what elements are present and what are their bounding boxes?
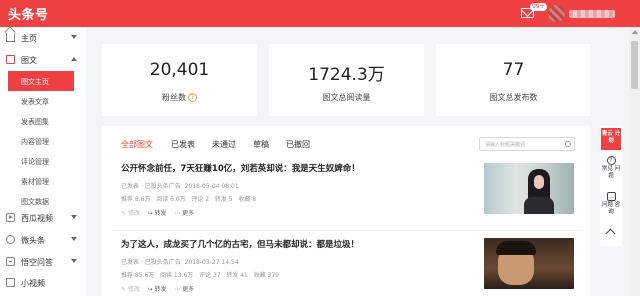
sidebar-item-label: 悟空问答 bbox=[21, 258, 53, 267]
chevron-down-icon bbox=[71, 215, 77, 219]
article-title[interactable]: 公开怀念前任，7天狂赚10亿，刘若英却说：我是天生奴婢命！ bbox=[121, 162, 360, 174]
sidebar: 主页 图文 图文主页 发表文章 发表图集 内容管理 评论管理 素材管理 图文数据… bbox=[0, 27, 86, 296]
more-button[interactable]: ⋯ 更多 bbox=[174, 210, 194, 217]
stats-bar: 20,401 粉丝数? 1724.3万 图文总阅读量 77 图文总发布数 bbox=[102, 44, 591, 116]
sidebar-item-micro-headline[interactable]: 微头条 bbox=[0, 229, 86, 251]
sidebar-subitem-articles-home[interactable]: 图文主页 bbox=[8, 71, 74, 91]
stat-card-total-published: 77 图文总发布数 bbox=[436, 44, 591, 116]
tab-rejected[interactable]: 未通过 bbox=[212, 139, 236, 150]
forward-button[interactable]: ↪ 转发 bbox=[148, 286, 167, 293]
stat-label: 粉丝数 bbox=[162, 93, 186, 102]
question-icon: ? bbox=[606, 156, 616, 165]
stat-value: 1724.3万 bbox=[308, 65, 385, 85]
sidebar-item-xigua-video[interactable]: 西瓜视频 bbox=[0, 207, 86, 229]
article-meta: 已发表 · 已投头条广告 2018-03-27 14:54 bbox=[121, 259, 239, 266]
tab-published[interactable]: 已发表 bbox=[171, 139, 195, 150]
sidebar-subitem-publish-gallery[interactable]: 发表图集 bbox=[8, 111, 74, 131]
chevron-down-icon bbox=[71, 35, 77, 39]
sidebar-item-short-video[interactable]: 小视频 bbox=[0, 272, 86, 294]
sidebar-subitem-material-management[interactable]: 素材管理 bbox=[8, 171, 74, 191]
stat-card-followers: 20,401 粉丝数? bbox=[102, 44, 257, 116]
article-stats: 推荐 85.6万 阅读 13.6万 评论 37 转发 41 收藏 379 bbox=[121, 272, 279, 279]
consult-button[interactable]: … 问题 咨询 bbox=[600, 192, 622, 216]
tab-withdrawn[interactable]: 已撤回 bbox=[286, 139, 310, 150]
tab-drafts[interactable]: 草稿 bbox=[253, 139, 269, 150]
play-icon bbox=[6, 213, 15, 222]
username-blurred[interactable] bbox=[569, 10, 615, 18]
article-thumbnail[interactable] bbox=[484, 238, 574, 289]
sidebar-item-label: 微头条 bbox=[21, 236, 45, 245]
sidebar-subitem-content-management[interactable]: 内容管理 bbox=[8, 131, 74, 151]
sidebar-item-label: 主页 bbox=[21, 34, 37, 43]
chevron-down-icon bbox=[71, 237, 77, 241]
sidebar-item-articles[interactable]: 图文 bbox=[0, 49, 86, 71]
scrollbar-thumb[interactable] bbox=[631, 41, 638, 89]
search-input[interactable]: 请输入标题关键词 bbox=[479, 137, 575, 151]
floating-help-bar: 青云 计划 ? 常见 问题 … 问题 咨询 bbox=[600, 126, 622, 246]
article-stats: 推荐 8.6万 阅读 6.0万 评论 2 转发 5 收藏 8 bbox=[121, 196, 257, 203]
article-thumbnail[interactable] bbox=[484, 163, 574, 214]
chat-icon: … bbox=[606, 192, 616, 201]
scroll-up-icon[interactable] bbox=[632, 30, 638, 34]
stat-label: 图文总阅读量 bbox=[322, 93, 371, 102]
stat-value: 77 bbox=[502, 60, 525, 80]
qa-icon bbox=[6, 257, 15, 266]
edit-button[interactable]: ✎ 修改 bbox=[121, 210, 140, 217]
stat-value: 20,401 bbox=[149, 60, 210, 80]
chevron-down-icon bbox=[71, 259, 77, 263]
article-actions: ✎ 修改 ↪ 转发 ⋯ 更多 bbox=[121, 208, 194, 217]
avatar[interactable] bbox=[548, 5, 565, 22]
forward-button[interactable]: ↪ 转发 bbox=[148, 210, 167, 217]
video-icon bbox=[6, 278, 15, 287]
stat-card-total-reads: 1724.3万 图文总阅读量 bbox=[269, 44, 424, 116]
sidebar-item-label: 西瓜视频 bbox=[21, 214, 53, 223]
help-icon[interactable]: ? bbox=[188, 93, 197, 102]
sidebar-subitem-publish-article[interactable]: 发表文章 bbox=[8, 91, 74, 111]
sidebar-subitem-comment-management[interactable]: 评论管理 bbox=[8, 151, 74, 171]
home-icon bbox=[6, 33, 15, 42]
stat-label: 图文总发布数 bbox=[489, 93, 538, 102]
article-row: 公开怀念前任，7天狂赚10亿，刘若英却说：我是天生奴婢命！ 已发表 · 已投头条… bbox=[102, 154, 591, 234]
document-icon bbox=[6, 55, 15, 64]
article-meta: 已发表 · 已投头条广告 2018-05-04 08:01 bbox=[121, 183, 239, 190]
sidebar-item-home[interactable]: 主页 bbox=[0, 27, 86, 49]
top-bar: 头条号 99+ bbox=[0, 0, 640, 27]
edit-button[interactable]: ✎ 修改 bbox=[121, 286, 140, 293]
more-button[interactable]: ⋯ 更多 bbox=[174, 286, 194, 293]
faq-button[interactable]: ? 常见 问题 bbox=[600, 156, 622, 180]
promo-badge[interactable]: 青云 计划 bbox=[601, 128, 621, 150]
app-logo[interactable]: 头条号 bbox=[8, 4, 49, 23]
globe-icon bbox=[6, 235, 15, 244]
sidebar-item-label: 图文 bbox=[21, 56, 37, 65]
sidebar-item-label: 小视频 bbox=[21, 279, 45, 288]
scrollbar[interactable] bbox=[629, 27, 640, 296]
search-icon[interactable] bbox=[565, 141, 571, 147]
article-actions: ✎ 修改 ↪ 转发 ⋯ 更多 bbox=[121, 284, 194, 293]
tab-all[interactable]: 全部图文 bbox=[121, 139, 153, 150]
chevron-up-icon bbox=[71, 57, 77, 61]
article-list-panel: 全部图文 已发表 未通过 草稿 已撤回 请输入标题关键词 公开怀念前任，7天狂赚… bbox=[102, 126, 591, 296]
back-to-top-icon[interactable] bbox=[605, 228, 616, 239]
article-row: 为了这人，成龙买了几个亿的古宅，但马未都却说：都是垃圾！ 已发表 · 已投头条广… bbox=[102, 230, 591, 296]
article-title[interactable]: 为了这人，成龙买了几个亿的古宅，但马未都却说：都是垃圾！ bbox=[121, 238, 359, 250]
sidebar-item-wukong-qa[interactable]: 悟空问答 bbox=[0, 251, 86, 273]
mail-badge: 99+ bbox=[530, 3, 547, 11]
